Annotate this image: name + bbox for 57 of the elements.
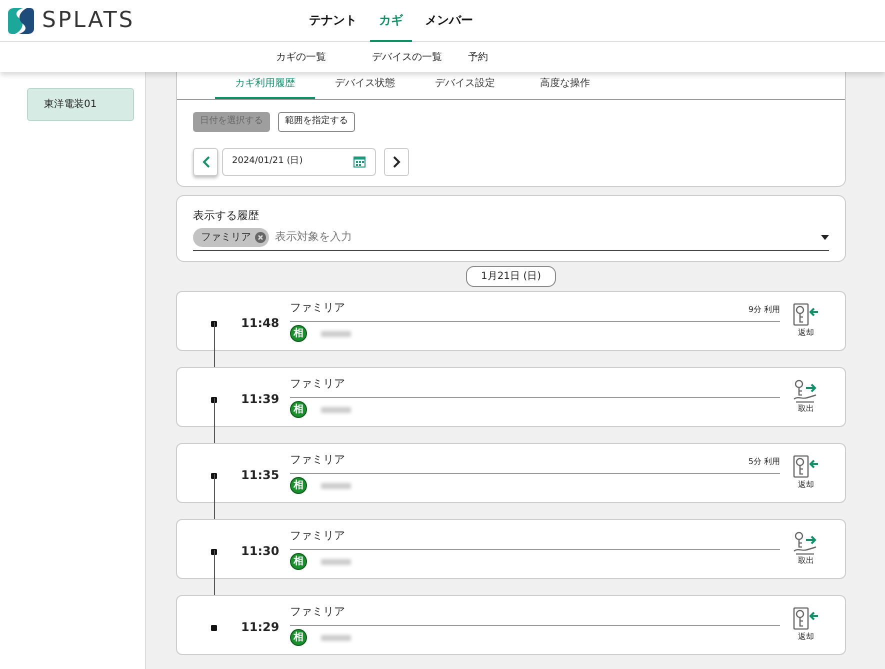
blurred-name bbox=[321, 634, 351, 641]
event-title: ファミリア bbox=[290, 604, 345, 620]
blurred-name bbox=[321, 406, 351, 413]
user-badge: 相 bbox=[290, 325, 307, 342]
usage-duration: 5分 利用 bbox=[748, 456, 780, 468]
tab[interactable]: デバイス設定 bbox=[415, 76, 515, 99]
blurred-name bbox=[321, 482, 351, 489]
chevron-left-icon bbox=[202, 156, 210, 168]
event-time: 11:35 bbox=[241, 467, 277, 484]
user-badge: 相 bbox=[290, 401, 307, 418]
nav-tab[interactable]: メンバー bbox=[416, 0, 482, 42]
filter-label: 表示する履歴 bbox=[193, 208, 260, 224]
user-badge: 相 bbox=[290, 477, 307, 494]
event-time: 11:30 bbox=[241, 543, 277, 560]
logo-icon bbox=[8, 6, 34, 34]
calendar-icon[interactable] bbox=[353, 155, 366, 168]
event-title: ファミリア bbox=[290, 528, 345, 544]
blurred-name bbox=[321, 558, 351, 565]
subnav-link[interactable]: デバイスの一覧 bbox=[372, 50, 442, 65]
subnav-link[interactable]: 予約 bbox=[468, 50, 488, 65]
action-label: 取出 bbox=[798, 403, 814, 415]
tab[interactable]: デバイス状態 bbox=[315, 76, 415, 99]
action-label: 返却 bbox=[798, 479, 814, 491]
date-field[interactable]: 2024/01/21 (日) bbox=[222, 148, 376, 176]
key-return-icon bbox=[793, 607, 819, 631]
date-header: 1月21日 (日) bbox=[466, 266, 556, 287]
event-time: 11:39 bbox=[241, 391, 277, 408]
user-badge: 相 bbox=[290, 553, 307, 570]
sidebar-item[interactable]: 東洋電装01 bbox=[27, 88, 134, 121]
tab[interactable]: カギ利用履歴 bbox=[215, 76, 315, 99]
filter-chip[interactable]: ファミリア bbox=[193, 228, 269, 247]
mode-button[interactable]: 範囲を指定する bbox=[278, 112, 355, 132]
key-takeout-icon bbox=[793, 531, 819, 555]
event-time: 11:48 bbox=[241, 315, 277, 332]
action-label: 取出 bbox=[798, 555, 814, 567]
next-day-button[interactable] bbox=[384, 148, 409, 176]
logo-text: SPLATS bbox=[42, 7, 135, 35]
event-title: ファミリア bbox=[290, 452, 345, 468]
event-time: 11:29 bbox=[241, 619, 277, 636]
chevron-right-icon bbox=[392, 156, 400, 168]
history-filter-field[interactable]: ファミリア 表示対象を入力 bbox=[193, 228, 829, 251]
user-badge: 相 bbox=[290, 629, 307, 646]
previous-day-button[interactable] bbox=[193, 148, 218, 176]
tab[interactable]: 高度な操作 bbox=[515, 76, 615, 99]
key-takeout-icon bbox=[793, 379, 819, 403]
event-title: ファミリア bbox=[290, 300, 345, 316]
event-title: ファミリア bbox=[290, 376, 345, 392]
key-return-icon bbox=[793, 303, 819, 327]
action-label: 返却 bbox=[798, 327, 814, 339]
action-label: 返却 bbox=[798, 631, 814, 643]
dropdown-caret-icon[interactable] bbox=[821, 235, 829, 240]
nav-tab[interactable]: テナント bbox=[300, 0, 366, 42]
remove-icon[interactable] bbox=[255, 232, 266, 243]
key-return-icon bbox=[793, 455, 819, 479]
blurred-name bbox=[321, 330, 351, 337]
subnav-link[interactable]: カギの一覧 bbox=[276, 50, 326, 65]
usage-duration: 9分 利用 bbox=[748, 304, 780, 316]
